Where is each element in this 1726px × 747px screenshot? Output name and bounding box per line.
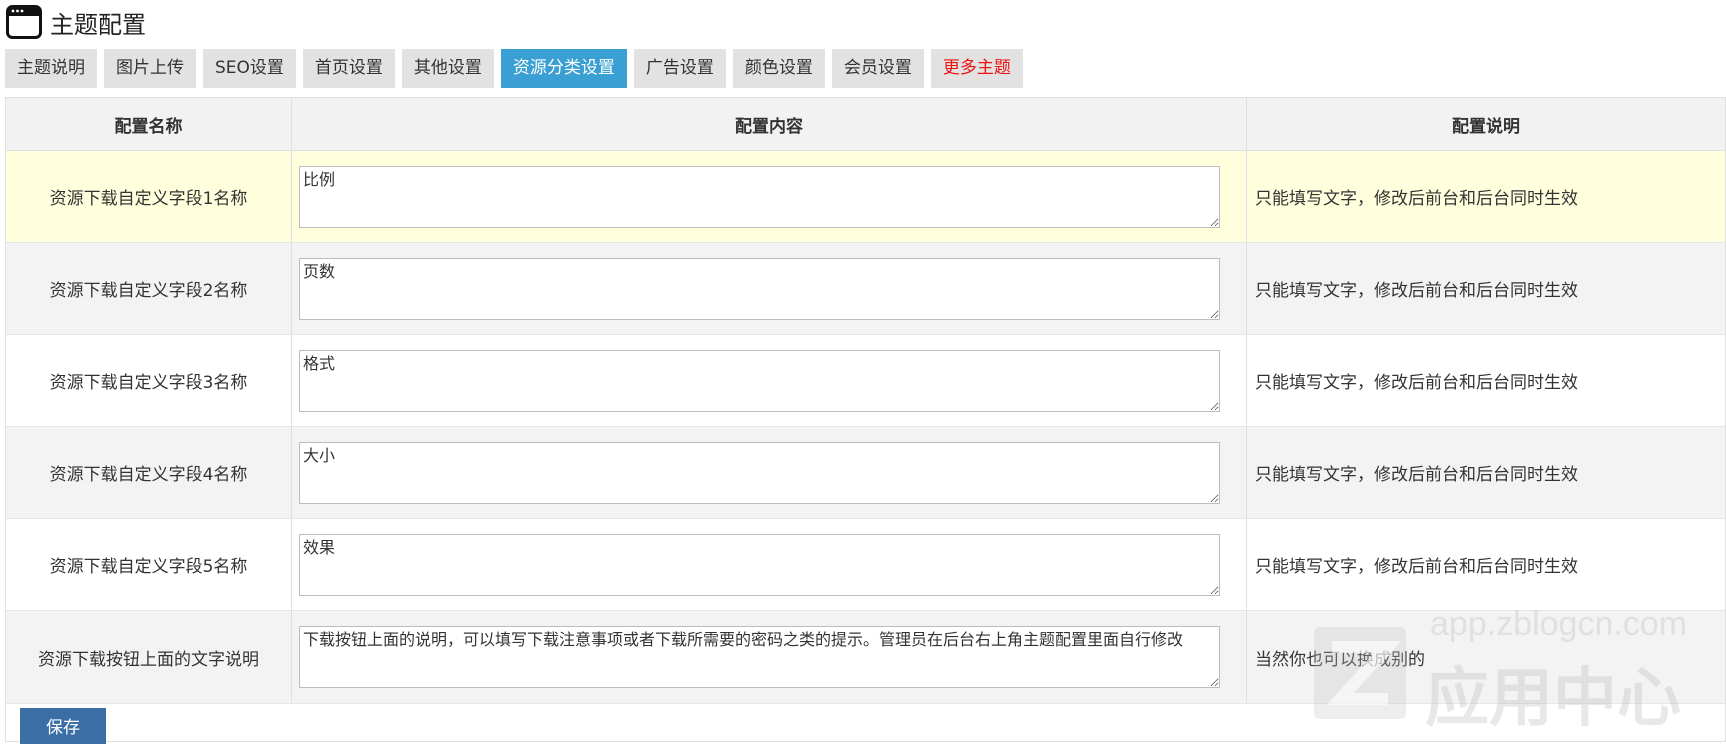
- config-value-field[interactable]: 下载按钮上面的说明，可以填写下载注意事项或者下载所需要的密码之类的提示。管理员在…: [299, 626, 1220, 688]
- row-config-name: 资源下载自定义字段2名称: [6, 243, 292, 334]
- table-row: 资源下载自定义字段4名称 大小 只能填写文字，修改后前台和后台同时生效: [6, 427, 1725, 519]
- tab-image-upload[interactable]: 图片上传: [104, 49, 196, 88]
- table-row: 资源下载自定义字段2名称 页数 只能填写文字，修改后前台和后台同时生效: [6, 243, 1725, 335]
- tab-color-settings[interactable]: 颜色设置: [732, 49, 825, 88]
- table-row: 资源下载自定义字段1名称 比例 只能填写文字，修改后前台和后台同时生效: [6, 151, 1725, 243]
- table-footer: 保存: [6, 704, 1725, 747]
- row-config-name: 资源下载自定义字段3名称: [6, 335, 292, 426]
- tab-more-themes[interactable]: 更多主题: [930, 49, 1023, 88]
- row-config-description: 当然你也可以换成别的: [1255, 649, 1425, 670]
- table-row: 资源下载自定义字段3名称 格式 只能填写文字，修改后前台和后台同时生效: [6, 335, 1725, 427]
- tab-other-settings[interactable]: 其他设置: [401, 49, 494, 88]
- header-config-name: 配置名称: [6, 98, 292, 150]
- header-config-content: 配置内容: [292, 98, 1247, 150]
- tab-member-settings[interactable]: 会员设置: [831, 49, 924, 88]
- row-config-name: 资源下载按钮上面的文字说明: [6, 611, 292, 703]
- config-value-field[interactable]: 比例: [299, 165, 1220, 228]
- row-config-description: 只能填写文字，修改后前台和后台同时生效: [1255, 465, 1578, 485]
- row-config-description: 只能填写文字，修改后前台和后台同时生效: [1255, 189, 1578, 209]
- tab-seo-settings[interactable]: SEO设置: [203, 49, 296, 88]
- page-header: 主题配置: [6, 4, 146, 40]
- tab-bar: 主题说明 图片上传 SEO设置 首页设置 其他设置 资源分类设置 广告设置 颜色…: [5, 49, 1023, 88]
- config-value-field[interactable]: 大小: [299, 441, 1220, 504]
- config-value-field[interactable]: 效果: [299, 533, 1220, 596]
- tab-ad-settings[interactable]: 广告设置: [633, 49, 726, 88]
- table-header: 配置名称 配置内容 配置说明: [6, 98, 1725, 151]
- row-config-description: 只能填写文字，修改后前台和后台同时生效: [1255, 557, 1578, 577]
- row-config-description: 只能填写文字，修改后前台和后台同时生效: [1255, 373, 1578, 393]
- header-config-description: 配置说明: [1452, 116, 1520, 137]
- save-button[interactable]: 保存: [20, 707, 106, 744]
- table-row: 资源下载按钮上面的文字说明 下载按钮上面的说明，可以填写下载注意事项或者下载所需…: [6, 611, 1725, 704]
- row-config-name: 资源下载自定义字段4名称: [6, 427, 292, 518]
- tab-homepage-settings[interactable]: 首页设置: [302, 49, 395, 88]
- table-row: 资源下载自定义字段5名称 效果 只能填写文字，修改后前台和后台同时生效: [6, 519, 1725, 611]
- config-value-field[interactable]: 格式: [299, 349, 1220, 412]
- tab-resource-category-settings[interactable]: 资源分类设置: [500, 49, 627, 88]
- row-config-description: 只能填写文字，修改后前台和后台同时生效: [1255, 281, 1578, 301]
- page-title: 主题配置: [50, 10, 146, 39]
- tab-theme-intro[interactable]: 主题说明: [5, 49, 97, 88]
- row-config-name: 资源下载自定义字段5名称: [6, 519, 292, 610]
- row-config-name: 资源下载自定义字段1名称: [6, 151, 292, 242]
- config-table: 配置名称 配置内容 配置说明 资源下载自定义字段1名称 比例 只能填写文字，修改…: [5, 97, 1726, 744]
- config-value-field[interactable]: 页数: [299, 257, 1220, 320]
- window-icon: [6, 5, 42, 39]
